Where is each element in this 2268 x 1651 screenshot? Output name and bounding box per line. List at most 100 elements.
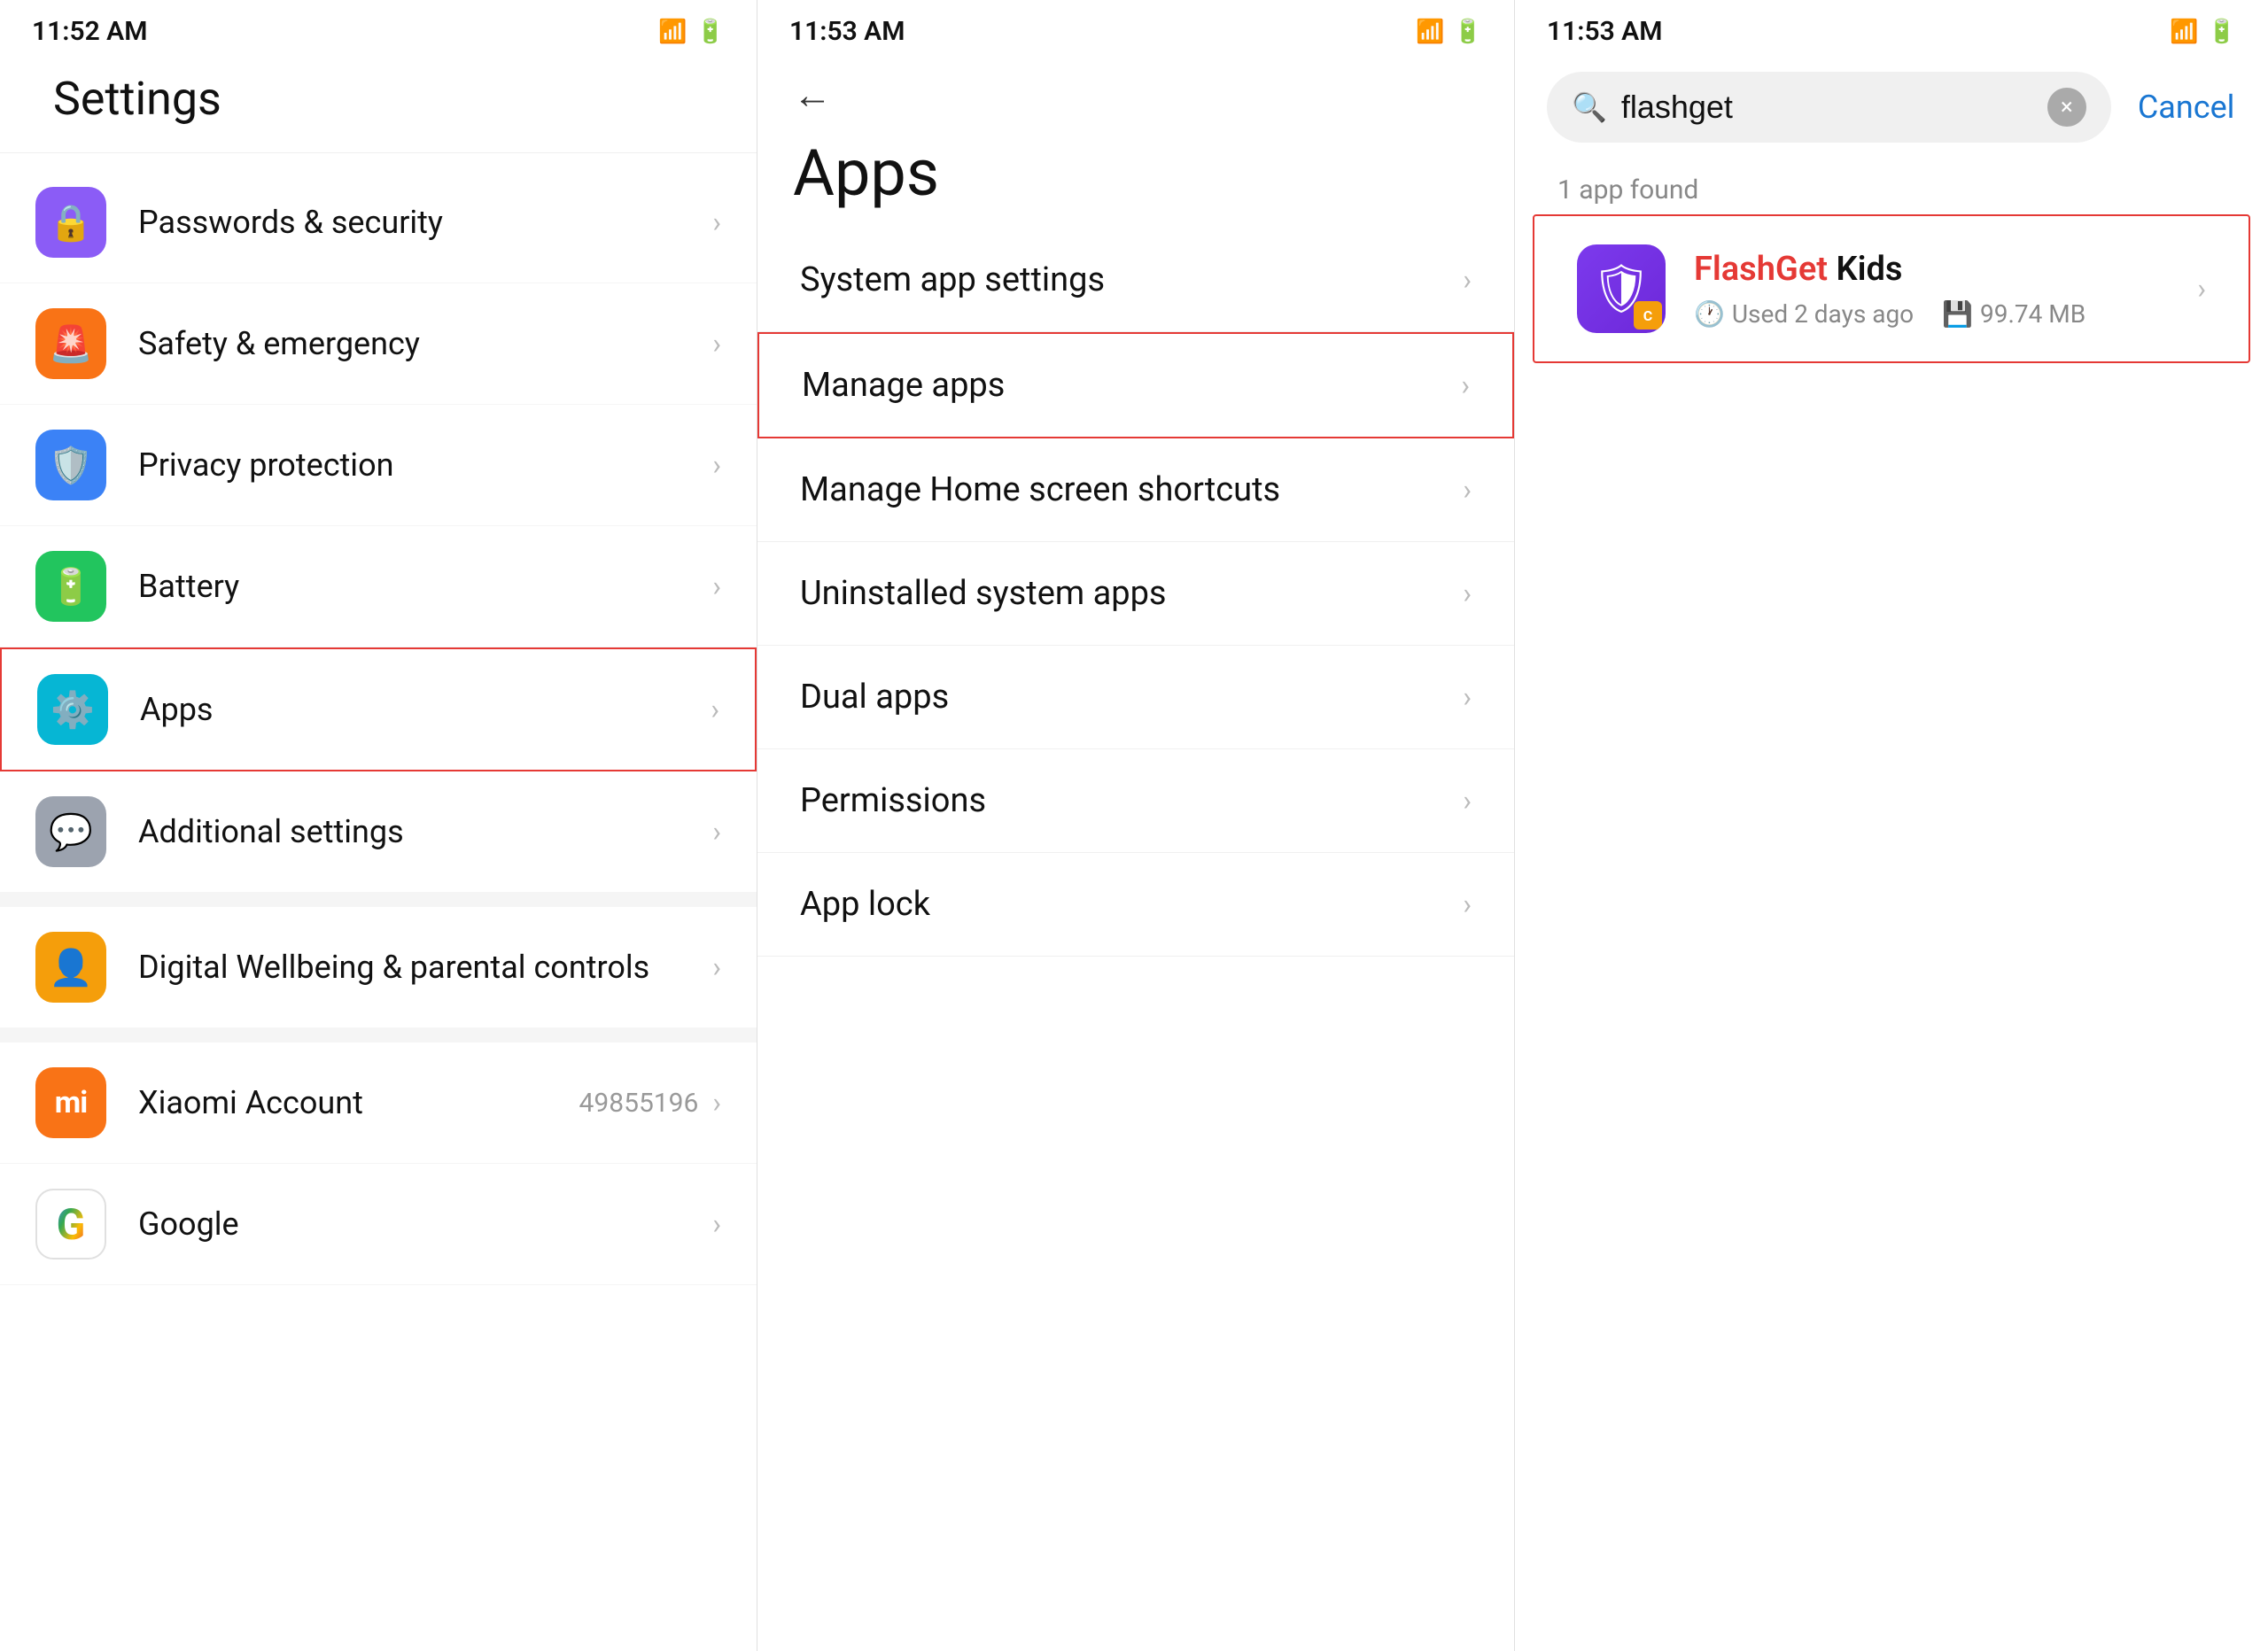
apps-title: Apps bbox=[757, 127, 1514, 229]
battery-chevron: › bbox=[712, 570, 721, 603]
home-shortcuts-label: Manage Home screen shortcuts bbox=[800, 470, 1463, 509]
app-name: FlashGet Kids bbox=[1694, 250, 2197, 289]
apps-list: System app settings › Manage apps › Mana… bbox=[757, 229, 1514, 1651]
home-shortcuts-chevron: › bbox=[1463, 473, 1472, 507]
search-header: 🔍 × Cancel bbox=[1515, 54, 2268, 157]
settings-item-google[interactable]: G Google › bbox=[0, 1164, 757, 1285]
settings-panel: 11:52 AM 📶 🔋 Settings 🔒 Passwords & secu… bbox=[0, 0, 757, 1651]
battery-icon-3: 🔋 bbox=[2208, 19, 2236, 45]
xiaomi-value: 49855196 bbox=[579, 1088, 699, 1119]
app-name-rest: Kids bbox=[1828, 250, 1902, 289]
system-app-label: System app settings bbox=[800, 260, 1463, 299]
apps-item-permissions[interactable]: Permissions › bbox=[757, 749, 1514, 853]
additional-chevron: › bbox=[712, 815, 721, 849]
wellbeing-chevron: › bbox=[712, 950, 721, 984]
status-bar-1: 11:52 AM 📶 🔋 bbox=[0, 0, 757, 54]
passwords-label: Passwords & security bbox=[138, 204, 712, 241]
settings-list: 🔒 Passwords & security › 🚨 Safety & emer… bbox=[0, 153, 757, 1651]
settings-item-additional[interactable]: 💬 Additional settings › bbox=[0, 771, 757, 893]
status-icons-3: 📶 🔋 bbox=[2170, 19, 2236, 45]
google-icon: G bbox=[35, 1189, 106, 1260]
back-button[interactable]: ← bbox=[793, 72, 832, 118]
apps-panel: 11:53 AM 📶 🔋 ← Apps System app settings … bbox=[757, 0, 1515, 1651]
google-label: Google bbox=[138, 1205, 712, 1243]
battery-settings-icon: 🔋 bbox=[35, 551, 106, 622]
apps-item-dual[interactable]: Dual apps › bbox=[757, 646, 1514, 749]
apps-label: Apps bbox=[140, 691, 711, 728]
apps-chevron: › bbox=[711, 693, 719, 726]
safety-label: Safety & emergency bbox=[138, 325, 712, 362]
search-panel: 11:53 AM 📶 🔋 🔍 × Cancel 1 app found 🛡 C … bbox=[1515, 0, 2268, 1651]
google-chevron: › bbox=[712, 1207, 721, 1241]
dual-apps-chevron: › bbox=[1463, 680, 1472, 714]
search-icon: 🔍 bbox=[1572, 90, 1607, 124]
result-info: FlashGet Kids 🕐 Used 2 days ago 💾 99.74 … bbox=[1694, 250, 2197, 329]
settings-title: Settings bbox=[0, 54, 757, 153]
dual-apps-label: Dual apps bbox=[800, 678, 1463, 717]
child-badge: C bbox=[1634, 301, 1662, 329]
apps-item-system[interactable]: System app settings › bbox=[757, 229, 1514, 332]
size-icon: 💾 bbox=[1942, 299, 1973, 329]
safety-chevron: › bbox=[712, 327, 721, 360]
search-input[interactable] bbox=[1621, 89, 2033, 126]
cancel-button[interactable]: Cancel bbox=[2129, 89, 2244, 126]
manage-apps-chevron: › bbox=[1461, 368, 1470, 402]
settings-item-battery[interactable]: 🔋 Battery › bbox=[0, 526, 757, 647]
xiaomi-label: Xiaomi Account bbox=[138, 1084, 579, 1121]
app-meta: 🕐 Used 2 days ago 💾 99.74 MB bbox=[1694, 299, 2197, 329]
settings-item-wellbeing[interactable]: 👤 Digital Wellbeing & parental controls … bbox=[0, 907, 757, 1028]
additional-icon: 💬 bbox=[35, 796, 106, 867]
status-bar-2: 11:53 AM 📶 🔋 bbox=[757, 0, 1514, 54]
time-1: 11:52 AM bbox=[32, 16, 147, 47]
used-text: Used 2 days ago bbox=[1732, 299, 1914, 329]
app-lock-chevron: › bbox=[1463, 888, 1472, 921]
signal-icon-2: 📶 bbox=[1416, 19, 1444, 45]
search-result-item[interactable]: 🛡 C FlashGet Kids 🕐 Used 2 days ago 💾 99… bbox=[1533, 214, 2250, 363]
battery-icon: 🔋 bbox=[696, 19, 725, 45]
privacy-icon: 🛡️ bbox=[35, 430, 106, 500]
privacy-chevron: › bbox=[712, 448, 721, 482]
signal-icon-3: 📶 bbox=[2170, 19, 2198, 45]
passwords-icon: 🔒 bbox=[35, 187, 106, 258]
size-info: 💾 99.74 MB bbox=[1942, 299, 2085, 329]
time-2: 11:53 AM bbox=[789, 16, 905, 47]
settings-item-safety[interactable]: 🚨 Safety & emergency › bbox=[0, 283, 757, 405]
apps-item-lock[interactable]: App lock › bbox=[757, 853, 1514, 957]
search-clear-button[interactable]: × bbox=[2047, 88, 2086, 127]
uninstalled-label: Uninstalled system apps bbox=[800, 574, 1463, 613]
permissions-chevron: › bbox=[1463, 784, 1472, 818]
status-icons-2: 📶 🔋 bbox=[1416, 19, 1482, 45]
app-name-highlight: FlashGet bbox=[1694, 250, 1828, 289]
settings-item-passwords[interactable]: 🔒 Passwords & security › bbox=[0, 162, 757, 283]
clock-icon: 🕐 bbox=[1694, 299, 1725, 329]
settings-item-xiaomi[interactable]: mi Xiaomi Account 49855196 › bbox=[0, 1043, 757, 1164]
apps-item-manage[interactable]: Manage apps › bbox=[757, 332, 1514, 438]
battery-label: Battery bbox=[138, 568, 712, 605]
apps-item-uninstalled[interactable]: Uninstalled system apps › bbox=[757, 542, 1514, 646]
size-text: 99.74 MB bbox=[1980, 299, 2085, 329]
safety-icon: 🚨 bbox=[35, 308, 106, 379]
settings-item-apps[interactable]: ⚙️ Apps › bbox=[0, 647, 757, 771]
result-chevron: › bbox=[2197, 272, 2206, 306]
uninstalled-chevron: › bbox=[1463, 577, 1472, 610]
wellbeing-label: Digital Wellbeing & parental controls bbox=[138, 949, 712, 986]
xiaomi-chevron: › bbox=[712, 1086, 721, 1120]
used-info: 🕐 Used 2 days ago bbox=[1694, 299, 1914, 329]
settings-item-privacy[interactable]: 🛡️ Privacy protection › bbox=[0, 405, 757, 526]
permissions-label: Permissions bbox=[800, 781, 1463, 820]
battery-icon-2: 🔋 bbox=[1454, 19, 1482, 45]
apps-item-home-shortcuts[interactable]: Manage Home screen shortcuts › bbox=[757, 438, 1514, 542]
search-box[interactable]: 🔍 × bbox=[1547, 72, 2111, 143]
app-lock-label: App lock bbox=[800, 885, 1463, 924]
status-bar-3: 11:53 AM 📶 🔋 bbox=[1515, 0, 2268, 54]
apps-settings-icon: ⚙️ bbox=[37, 674, 108, 745]
time-3: 11:53 AM bbox=[1547, 16, 1662, 47]
flashget-app-icon: 🛡 C bbox=[1577, 244, 1666, 333]
apps-header: ← bbox=[757, 54, 1514, 127]
signal-icon: 📶 bbox=[658, 19, 687, 45]
xiaomi-icon: mi bbox=[35, 1067, 106, 1138]
status-icons-1: 📶 🔋 bbox=[658, 19, 725, 45]
divider-2 bbox=[0, 1028, 757, 1043]
wellbeing-icon: 👤 bbox=[35, 932, 106, 1003]
system-app-chevron: › bbox=[1463, 263, 1472, 297]
